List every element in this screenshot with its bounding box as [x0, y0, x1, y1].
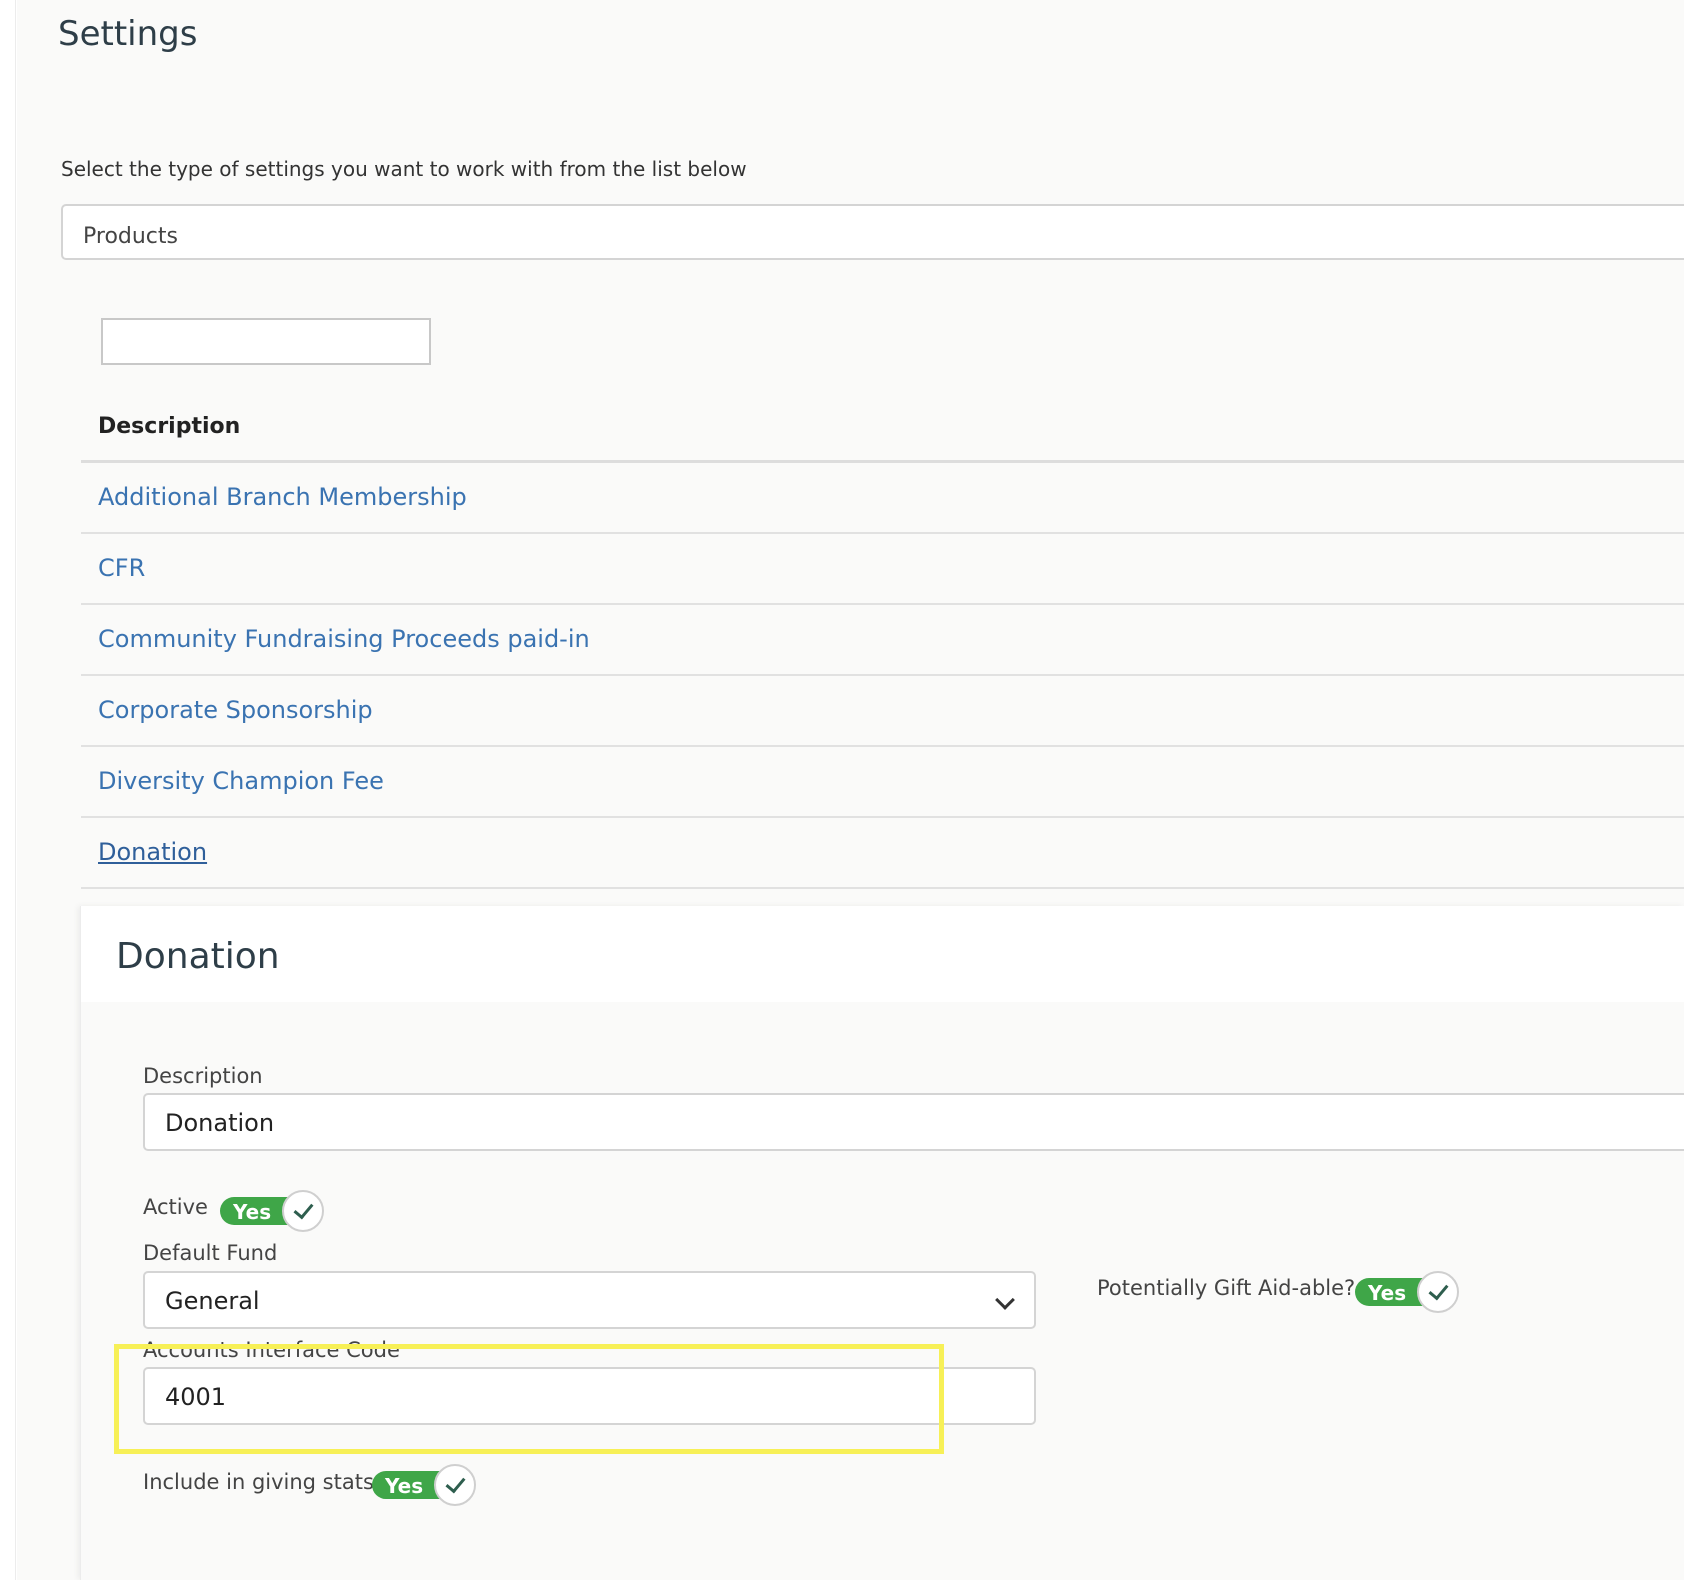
giving-stats-toggle[interactable]: Yes	[372, 1464, 478, 1506]
active-label: Active	[143, 1195, 208, 1219]
description-label: Description	[143, 1064, 263, 1088]
list-item[interactable]: Corporate Sponsorship	[81, 676, 1684, 747]
list-item-selected[interactable]: Donation	[81, 818, 1684, 889]
settings-type-select[interactable]: Products	[61, 204, 1684, 260]
check-icon	[282, 1190, 324, 1232]
list-item[interactable]: Additional Branch Membership	[81, 463, 1684, 534]
check-icon	[1417, 1271, 1459, 1313]
list-item-link[interactable]: Corporate Sponsorship	[98, 696, 373, 724]
list-item-link[interactable]: Community Fundraising Proceeds paid-in	[98, 625, 590, 653]
page-title: Settings	[58, 14, 198, 54]
settings-type-instruction: Select the type of settings you want to …	[61, 157, 747, 181]
description-column-header[interactable]: Description	[98, 414, 240, 439]
list-item[interactable]: Diversity Champion Fee	[81, 747, 1684, 818]
list-item-link[interactable]: CFR	[98, 554, 145, 582]
check-icon	[434, 1464, 476, 1506]
annotation-highlight-box	[114, 1344, 944, 1454]
list-item-link[interactable]: Donation	[98, 838, 207, 866]
products-list: Additional Branch Membership CFR Communi…	[81, 463, 1684, 889]
list-item-link[interactable]: Diversity Champion Fee	[98, 767, 384, 795]
panel-title: Donation	[116, 936, 280, 977]
default-fund-select[interactable]: General	[143, 1271, 1036, 1329]
list-item-link[interactable]: Additional Branch Membership	[98, 483, 467, 511]
filter-input[interactable]	[101, 318, 431, 365]
left-rail	[0, 0, 16, 1580]
gift-aid-toggle[interactable]: Yes	[1355, 1271, 1461, 1313]
giving-stats-label: Include in giving stats	[143, 1470, 374, 1494]
active-toggle[interactable]: Yes	[220, 1190, 326, 1232]
panel-header: Donation	[81, 906, 1684, 1002]
list-item[interactable]: Community Fundraising Proceeds paid-in	[81, 605, 1684, 676]
description-field[interactable]: Donation	[143, 1093, 1684, 1151]
list-item[interactable]: CFR	[81, 534, 1684, 605]
chevron-down-icon	[995, 1290, 1015, 1310]
gift-aid-label: Potentially Gift Aid-able?	[1097, 1276, 1356, 1300]
default-fund-label: Default Fund	[143, 1241, 278, 1265]
default-fund-value: General	[165, 1287, 260, 1315]
